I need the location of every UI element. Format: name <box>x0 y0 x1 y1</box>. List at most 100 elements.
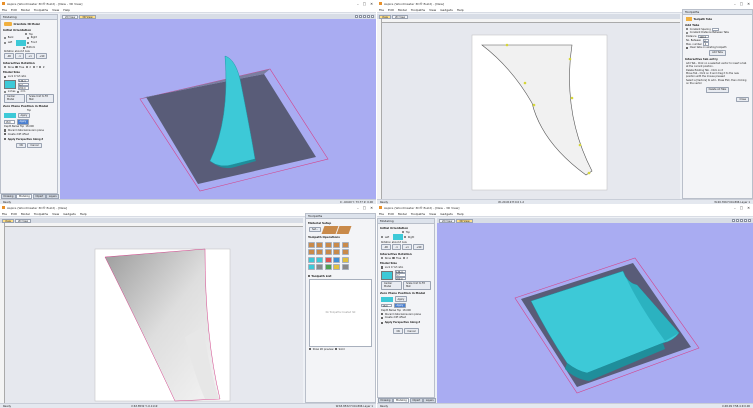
rot-none-radio[interactable] <box>4 66 7 69</box>
view-front-icon[interactable] <box>363 14 366 18</box>
tab-marker[interactable] <box>568 57 572 61</box>
create-offset-checkbox[interactable] <box>381 316 384 319</box>
toolpath-list-checkbox[interactable] <box>308 274 311 277</box>
rot-btn-1[interactable]: -90 <box>381 244 391 251</box>
solid-checkbox[interactable] <box>334 348 338 351</box>
minimize-icon[interactable]: – <box>734 2 736 6</box>
rot-free-radio[interactable] <box>15 66 18 69</box>
tab-marker[interactable] <box>523 81 527 85</box>
discard-checkbox[interactable] <box>381 313 384 316</box>
menu-file[interactable]: File <box>2 212 7 216</box>
menu-file[interactable]: File <box>379 212 384 216</box>
rot-none-radio[interactable] <box>381 256 384 260</box>
scale-to-fit-button[interactable]: Scale Unit to Fit Mat <box>26 93 54 103</box>
toolpath-summary-icon[interactable] <box>333 264 341 271</box>
zero-depth-input[interactable]: 18.0 <box>381 303 392 308</box>
rot-btn-3[interactable]: +1 <box>25 53 35 60</box>
maximize-icon[interactable]: □ <box>363 2 366 6</box>
minimize-icon[interactable]: – <box>734 206 736 210</box>
units-mm-radio[interactable] <box>16 90 20 93</box>
show-preview-checkbox[interactable] <box>309 348 312 351</box>
distance-input[interactable]: 100.0 <box>697 34 709 39</box>
maximize-icon[interactable]: □ <box>740 206 743 210</box>
menu-help[interactable]: Help <box>457 212 464 216</box>
fluting-toolpath-icon[interactable] <box>308 249 315 256</box>
discard-checkbox[interactable] <box>4 129 7 132</box>
post-processor-icon[interactable] <box>341 264 349 271</box>
menu-gadgets[interactable]: Gadgets <box>440 8 453 12</box>
num-input[interactable]: 2 <box>702 38 709 43</box>
close-icon[interactable]: ✕ <box>370 2 373 6</box>
size-z-input[interactable]: 200.0 <box>17 86 29 90</box>
preview-toolpaths-icon[interactable] <box>308 264 315 271</box>
view-top-icon[interactable] <box>359 14 362 18</box>
view-2d[interactable]: View 2D View <box>377 14 680 199</box>
view-close-icon[interactable] <box>748 218 751 222</box>
tab-marker[interactable] <box>570 96 574 100</box>
tab-marker[interactable] <box>578 143 582 147</box>
view-fit-icon[interactable] <box>744 218 747 222</box>
close-button[interactable]: Close <box>736 96 749 103</box>
max-input[interactable]: 4 <box>703 42 710 46</box>
cancel-button[interactable]: Cancel <box>27 142 42 149</box>
profile-toolpath-icon[interactable] <box>308 242 315 248</box>
merge-toolpaths-icon[interactable] <box>341 256 349 263</box>
orient-top-radio[interactable] <box>402 230 405 234</box>
toolpath-templates-icon[interactable] <box>333 256 341 263</box>
tool-database-icon[interactable] <box>316 264 324 271</box>
menu-view[interactable]: View <box>52 212 59 216</box>
perspective-checkbox[interactable] <box>4 138 7 141</box>
view-top-icon[interactable] <box>736 218 739 222</box>
menu-file[interactable]: File <box>379 8 384 12</box>
close-icon[interactable]: ✕ <box>370 206 373 210</box>
orient-right-radio[interactable] <box>27 36 30 39</box>
menu-toolpaths[interactable]: Toolpaths <box>411 8 425 12</box>
toolpath-list[interactable]: No Toolpaths Created Yet <box>309 278 372 347</box>
view-close-icon[interactable] <box>371 14 374 18</box>
minimize-icon[interactable]: – <box>357 2 359 6</box>
lock-ratio-checkbox[interactable] <box>4 75 7 78</box>
inlay-toolpath-icon[interactable] <box>341 242 349 248</box>
pocket-toolpath-icon[interactable] <box>316 242 324 248</box>
orient-right-radio[interactable] <box>404 236 407 239</box>
vcarve-toolpath-icon[interactable] <box>333 242 341 248</box>
orient-left-radio[interactable] <box>381 236 384 239</box>
drilling-toolpath-icon[interactable] <box>324 242 332 248</box>
menu-gadgets[interactable]: Gadgets <box>440 212 453 216</box>
menu-edit[interactable]: Edit <box>11 212 17 216</box>
menu-model[interactable]: Model <box>21 8 30 12</box>
view-iso-icon[interactable] <box>355 14 358 18</box>
rot-btn-4[interactable]: +90 <box>413 244 425 251</box>
orient-top-radio[interactable] <box>25 32 28 36</box>
menu-toolpaths[interactable]: Toolpaths <box>411 212 425 216</box>
close-icon[interactable]: ✕ <box>747 2 750 6</box>
maximize-icon[interactable]: □ <box>740 2 743 6</box>
view-3d[interactable]: 2D View 3D View <box>437 218 753 403</box>
ok-button[interactable]: OK <box>393 328 403 334</box>
quick-engrave-icon[interactable] <box>341 249 349 256</box>
view-fit-icon[interactable] <box>367 14 370 18</box>
size-y-input[interactable]: 3.7 <box>394 273 406 277</box>
rot-btn-3[interactable]: +1 <box>402 244 412 251</box>
maximize-icon[interactable]: □ <box>363 206 366 210</box>
perspective-checkbox[interactable] <box>381 321 384 324</box>
zero-apply-button-2[interactable]: Apply <box>16 119 30 125</box>
rot-btn-2[interactable]: -1 <box>392 244 401 251</box>
rot-y-radio[interactable] <box>32 66 35 69</box>
prism-toolpath-icon[interactable] <box>324 249 332 256</box>
create-offset-checkbox[interactable] <box>4 133 7 136</box>
delete-toolpath-icon[interactable] <box>324 256 332 263</box>
clear-tabs-checkbox[interactable] <box>686 46 689 49</box>
rot-btn-4[interactable]: +90 <box>36 53 48 60</box>
size-x-input[interactable]: 136.4 <box>17 78 29 83</box>
menu-view[interactable]: View <box>52 8 59 12</box>
zero-apply-button[interactable]: Apply <box>17 112 31 119</box>
constant-between-radio[interactable] <box>686 31 689 34</box>
units-inch-radio[interactable] <box>4 90 7 93</box>
orient-bottom-radio[interactable] <box>22 46 25 49</box>
material-set-button[interactable]: Set... <box>309 226 322 233</box>
orient-left-radio[interactable] <box>4 41 7 44</box>
menu-toolpaths[interactable]: Toolpaths <box>34 212 48 216</box>
scale-to-fit-button[interactable]: Scale Unit to Fit Mat <box>403 281 431 290</box>
ok-button[interactable]: OK <box>16 142 26 149</box>
